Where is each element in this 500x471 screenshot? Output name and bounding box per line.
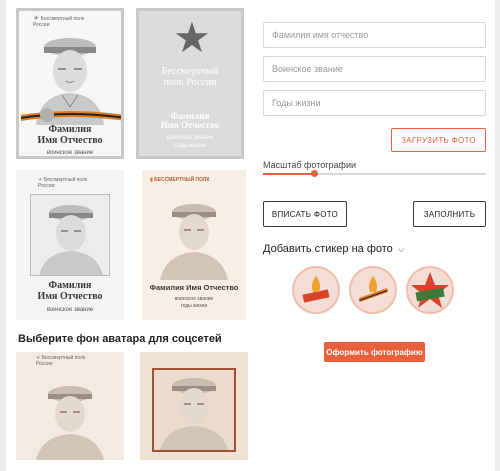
avatar-bg-2[interactable] xyxy=(140,352,248,460)
scale-slider[interactable] xyxy=(263,170,486,178)
upload-photo-button[interactable]: ЗАГРУЗИТЬ ФОТО xyxy=(391,128,486,152)
header-line-1: Бессмертный xyxy=(161,66,219,77)
years-text: годы жизни xyxy=(174,143,206,149)
years-input[interactable] xyxy=(263,90,486,116)
sticker-1[interactable] xyxy=(292,266,340,314)
fill-button[interactable]: ЗАПОЛНИТЬ xyxy=(413,201,486,227)
surname-text: Фамилия xyxy=(48,124,92,135)
star-badge-icon xyxy=(411,272,449,308)
given-name-text: Имя Отчество xyxy=(37,290,103,302)
scale-fill xyxy=(263,173,315,175)
soldier-portrait xyxy=(160,204,228,280)
logo: ▮ БЕССМЕРТНЫЙ ПОЛК xyxy=(150,177,210,184)
scale-thumb[interactable] xyxy=(311,170,319,177)
submit-photo-button[interactable]: Оформить фотографию xyxy=(324,342,425,362)
fit-photo-button[interactable]: ВПИСАТЬ ФОТО xyxy=(263,201,347,227)
rank-text: воинское звание xyxy=(174,296,214,302)
rank-text: воинское звание xyxy=(46,150,94,156)
sticker-2[interactable] xyxy=(349,266,397,314)
years-text: годы жизни xyxy=(180,303,208,309)
template-1[interactable]: ★ Бессмертный полк России Фамилия Имя От… xyxy=(16,8,124,159)
template-name: Фамилия Имя Отчество xyxy=(19,124,121,146)
logo: ★ Бессмертный полк России xyxy=(36,355,96,367)
logo: ★ Бессмертный полк России xyxy=(38,177,88,189)
avatar-bg-1[interactable]: ★ Бессмертный полк России xyxy=(16,352,124,460)
candle-icon xyxy=(302,276,330,303)
soldier-portrait xyxy=(39,205,103,275)
soldier-portrait xyxy=(36,386,104,460)
rank-text: воинское звание xyxy=(166,135,214,141)
avatar-frame xyxy=(152,368,236,452)
stickers-toggle[interactable]: Добавить стикер на фото ⌵ xyxy=(263,243,405,255)
avatar-section-title: Выберите фон аватара для соцсетей xyxy=(18,333,222,345)
surname-text: Фамилия xyxy=(48,280,92,291)
order-star-icon: ★ xyxy=(173,14,211,61)
logo-text: БЕССМЕРТНЫЙ ПОЛК xyxy=(154,177,210,183)
soldier-portrait xyxy=(160,378,228,450)
rank-input[interactable] xyxy=(263,56,486,82)
template-3[interactable]: ★ Бессмертный полк России Фамилия Имя От… xyxy=(16,170,124,320)
template-4[interactable]: ▮ БЕССМЕРТНЫЙ ПОЛК Фамилия Имя Отчество … xyxy=(142,170,246,320)
sticker-3[interactable] xyxy=(406,266,454,314)
template-name: Фамилия Имя Отчество xyxy=(16,280,124,302)
chevron-down-icon: ⌵ xyxy=(397,244,405,254)
template-name: Фамилия Имя Отчество xyxy=(149,283,239,292)
ribbon-logo-icon: ▮ xyxy=(150,177,153,183)
logo-text: Бессмертный полк России xyxy=(36,355,86,367)
stickers-label: Добавить стикер на фото xyxy=(263,243,393,255)
rank-text: воинское звание xyxy=(46,307,94,313)
fio-input[interactable] xyxy=(263,22,486,48)
ribbon-icon xyxy=(21,108,121,122)
scale-label: Масштаб фотографии xyxy=(263,160,356,170)
logo-text: Бессмертный полк России xyxy=(38,177,88,189)
template-name: Фамилия Имя Отчество xyxy=(139,111,241,131)
ribbon-candle-icon xyxy=(359,276,388,302)
template-2[interactable]: ★ Бессмертный полк России Фамилия Имя От… xyxy=(136,8,244,159)
header-line-2: полк России xyxy=(163,76,217,88)
given-name-text: Имя Отчество xyxy=(160,120,220,131)
page-card: ★ Бессмертный полк России Фамилия Имя От… xyxy=(6,0,495,471)
given-name-text: Имя Отчество xyxy=(37,134,103,146)
portrait-frame xyxy=(30,194,110,276)
header-title: Бессмертный полк России xyxy=(139,66,241,88)
